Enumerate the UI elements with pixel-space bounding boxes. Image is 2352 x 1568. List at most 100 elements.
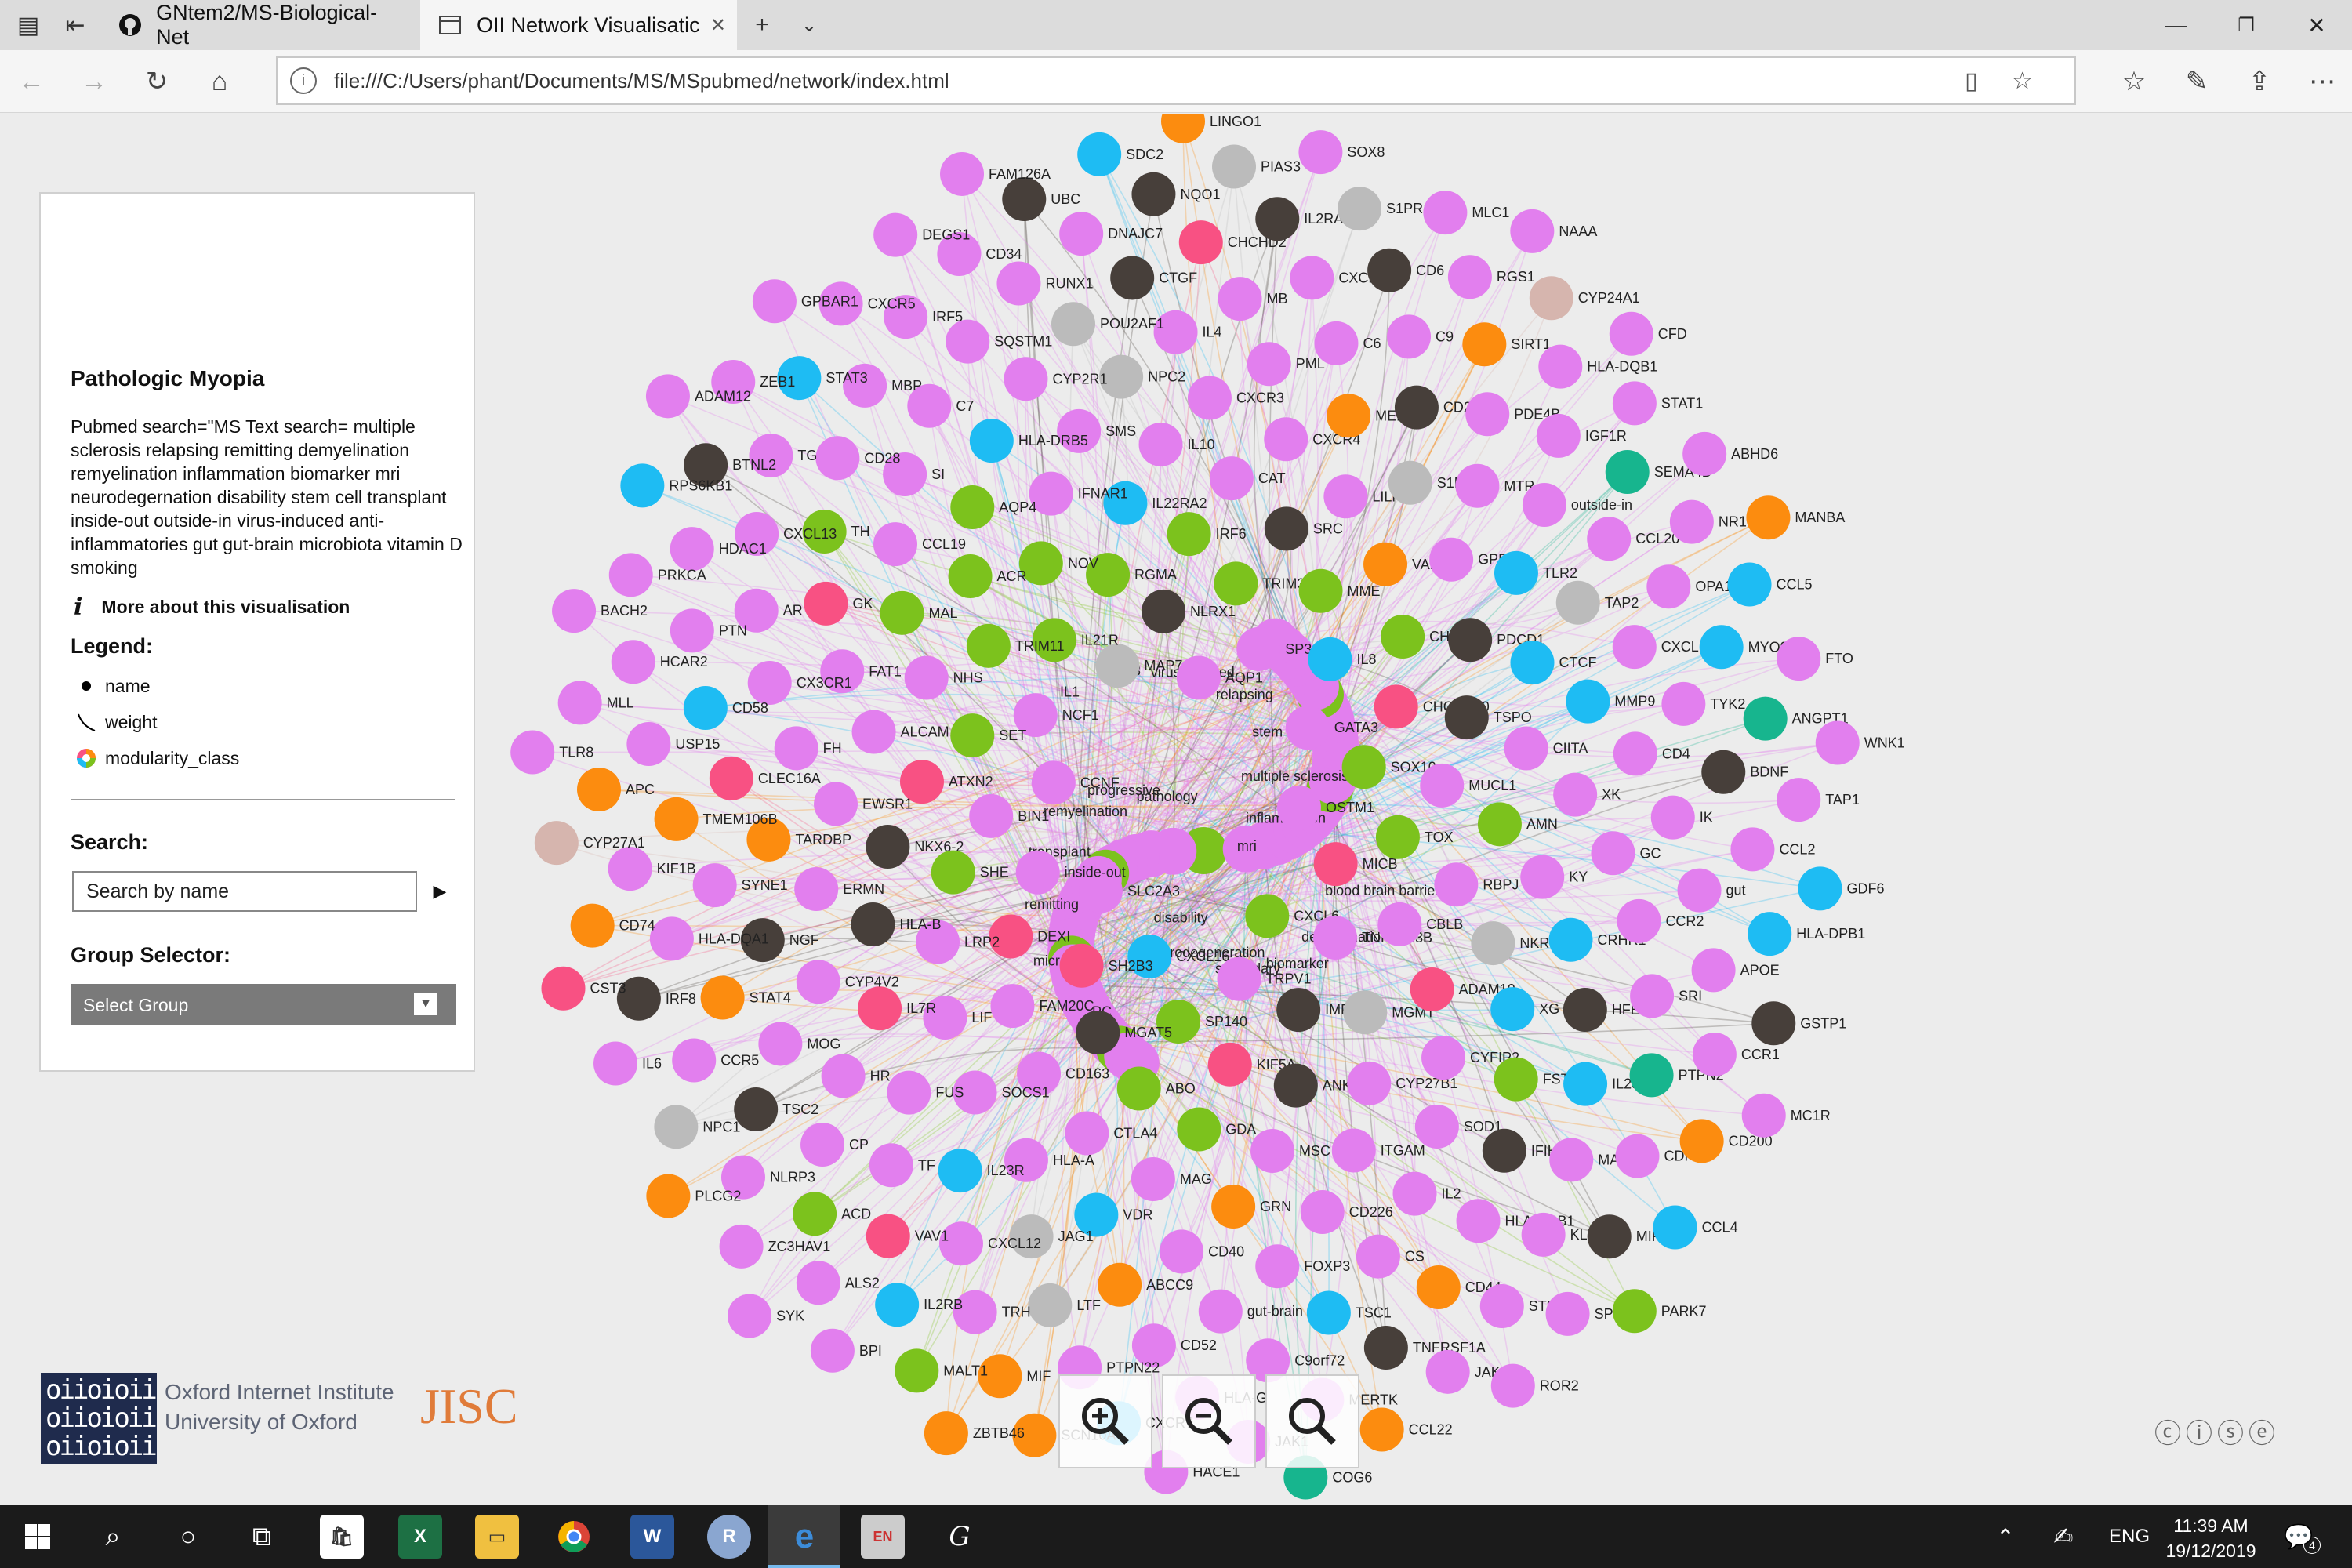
- graph-node[interactable]: [654, 797, 699, 841]
- graph-node[interactable]: [670, 608, 714, 653]
- graph-node[interactable]: [1116, 1066, 1161, 1111]
- graph-node[interactable]: [1298, 130, 1343, 175]
- graph-node[interactable]: [1308, 637, 1352, 681]
- graph-node[interactable]: [1798, 866, 1842, 911]
- graph-node[interactable]: [1746, 495, 1791, 540]
- graph-node[interactable]: [950, 485, 995, 529]
- graph-node[interactable]: [796, 1261, 840, 1305]
- graph-node[interactable]: [931, 850, 975, 895]
- graph-node[interactable]: [1285, 706, 1330, 750]
- graph-node[interactable]: [552, 589, 597, 633]
- graph-node[interactable]: [1059, 943, 1104, 988]
- clock[interactable]: 11:39 AM 19/12/2019: [2164, 1513, 2258, 1563]
- graph-node[interactable]: [793, 1192, 837, 1236]
- graph-node[interactable]: [1002, 177, 1047, 222]
- graph-node[interactable]: [1161, 114, 1205, 143]
- graph-node[interactable]: [1218, 277, 1262, 321]
- new-tab-icon[interactable]: +: [737, 0, 787, 50]
- graph-node[interactable]: [1367, 248, 1412, 292]
- favorite-star-icon[interactable]: ☆: [2012, 67, 2033, 95]
- graph-node[interactable]: [940, 151, 985, 196]
- graph-node[interactable]: [1331, 1128, 1376, 1173]
- graph-node[interactable]: [1650, 795, 1695, 840]
- graph-node[interactable]: [1692, 1032, 1737, 1076]
- graph-node[interactable]: [1425, 1349, 1470, 1394]
- reading-view-icon[interactable]: ▯: [1965, 67, 1978, 95]
- graph-node[interactable]: [1549, 1138, 1594, 1182]
- graph-node[interactable]: [1276, 988, 1321, 1033]
- home-icon[interactable]: ⌂: [194, 58, 245, 105]
- tab-network-visualisation[interactable]: OII Network Visualisatic ✕: [420, 0, 737, 50]
- more-about-link[interactable]: i More about this visualisation: [71, 593, 350, 621]
- graph-node[interactable]: [1605, 449, 1650, 494]
- graph-node[interactable]: [1682, 431, 1727, 476]
- graph-node[interactable]: [1536, 413, 1581, 458]
- graph-node[interactable]: [1434, 862, 1479, 907]
- graph-node[interactable]: [692, 863, 737, 908]
- restore-icon[interactable]: ❐: [2211, 0, 2281, 50]
- r-icon[interactable]: R: [707, 1515, 751, 1559]
- graph-node[interactable]: [1447, 255, 1492, 299]
- back-arrow-icon[interactable]: ←: [6, 58, 56, 105]
- graph-node[interactable]: [1538, 344, 1583, 389]
- url-text[interactable]: file:///C:/Users/phant/Documents/MS/MSpu…: [334, 69, 949, 93]
- graph-node[interactable]: [969, 419, 1014, 463]
- graph-node[interactable]: [924, 1411, 968, 1456]
- graph-node[interactable]: [1217, 956, 1261, 1001]
- graph-node[interactable]: [570, 903, 615, 948]
- pen-icon[interactable]: ✎: [2172, 58, 2222, 105]
- graph-node[interactable]: [895, 1348, 939, 1393]
- graph-node[interactable]: [1250, 1129, 1295, 1174]
- zoom-in-button[interactable]: [1058, 1374, 1152, 1468]
- graph-node[interactable]: [1612, 625, 1657, 670]
- graph-node[interactable]: [873, 212, 918, 257]
- graph-node[interactable]: [1748, 912, 1792, 956]
- graph-node[interactable]: [626, 722, 671, 767]
- graph-node[interactable]: [1494, 1057, 1538, 1102]
- graph-node[interactable]: [1167, 512, 1211, 557]
- graph-node[interactable]: [1462, 322, 1507, 367]
- graph-node[interactable]: [747, 661, 792, 706]
- file-explorer-icon[interactable]: ▭: [475, 1515, 519, 1559]
- graph-node[interactable]: [1327, 394, 1371, 438]
- graph-node[interactable]: [1510, 209, 1555, 253]
- graph-node[interactable]: [1300, 1190, 1345, 1235]
- graph-node[interactable]: [1545, 1291, 1590, 1336]
- graph-node[interactable]: [1176, 655, 1221, 700]
- gephi-icon[interactable]: G: [938, 1515, 982, 1559]
- language-indicator[interactable]: ENG: [2109, 1526, 2150, 1548]
- graph-node[interactable]: [1522, 482, 1566, 527]
- graph-node[interactable]: [1521, 1212, 1566, 1257]
- graph-node[interactable]: [1375, 815, 1420, 859]
- cortana-icon[interactable]: ○: [166, 1515, 210, 1559]
- graph-node[interactable]: [1591, 831, 1635, 876]
- graph-node[interactable]: [1510, 641, 1555, 685]
- graph-node[interactable]: [1743, 696, 1788, 741]
- tab-github[interactable]: GNtem2/MS-Biological-Net: [100, 0, 420, 50]
- graph-node[interactable]: [672, 1038, 717, 1083]
- chrome-icon[interactable]: [552, 1515, 596, 1559]
- graph-node[interactable]: [1214, 561, 1258, 606]
- store-icon[interactable]: 🛍: [320, 1515, 364, 1559]
- graph-node[interactable]: [1529, 276, 1573, 321]
- zoom-reset-button[interactable]: [1265, 1374, 1359, 1468]
- graph-node[interactable]: [1609, 311, 1653, 356]
- graph-node[interactable]: [534, 821, 579, 866]
- graph-node[interactable]: [866, 1214, 910, 1258]
- graph-node[interactable]: [1563, 1062, 1608, 1106]
- graph-node[interactable]: [1566, 679, 1610, 724]
- graph-node[interactable]: [1098, 1262, 1142, 1307]
- graph-node[interactable]: [887, 1070, 931, 1115]
- graph-node[interactable]: [1076, 1011, 1120, 1055]
- graph-node[interactable]: [1247, 342, 1291, 387]
- graph-node[interactable]: [1177, 1107, 1221, 1152]
- graph-node[interactable]: [1629, 1053, 1674, 1098]
- graph-node[interactable]: [851, 710, 896, 754]
- graph-node[interactable]: [510, 730, 555, 775]
- graph-node[interactable]: [541, 966, 586, 1011]
- graph-node[interactable]: [649, 916, 694, 961]
- graph-node[interactable]: [1131, 172, 1176, 216]
- graph-node[interactable]: [1377, 902, 1422, 946]
- graph-node[interactable]: [1448, 618, 1493, 662]
- windows-start-icon[interactable]: [16, 1515, 60, 1559]
